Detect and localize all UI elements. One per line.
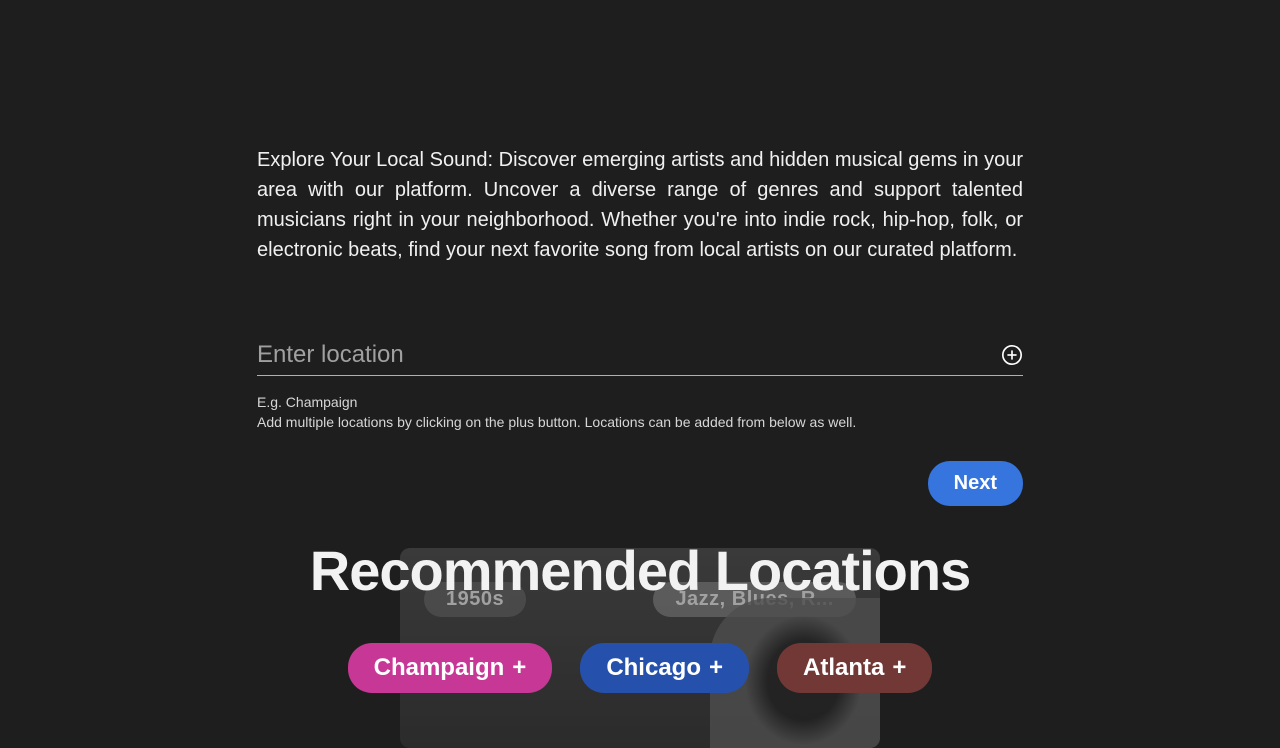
action-row: Next [257,461,1023,506]
location-chip-chicago[interactable]: Chicago + [580,643,749,693]
location-chip-atlanta[interactable]: Atlanta + [777,643,932,693]
location-chip-champaign[interactable]: Champaign+ [348,643,553,693]
plus-icon: + [512,654,526,682]
recommended-chip-row: Champaign+Chicago+Atlanta+ [0,643,1280,693]
plus-icon: + [709,654,723,682]
plus-icon: + [892,654,906,682]
chip-label: Chicago [606,654,701,682]
intro-text: Explore Your Local Sound: Discover emerg… [257,145,1023,265]
location-hint: E.g. Champaign Add multiple locations by… [257,392,1023,433]
add-location-icon[interactable] [1001,344,1023,366]
recommended-title: Recommended Locations [0,538,1280,603]
next-button[interactable]: Next [928,461,1023,506]
recommended-section: 1950s Jazz, Blues, R... Recommended Loca… [0,538,1280,693]
location-section: E.g. Champaign Add multiple locations by… [257,337,1023,433]
hint-example: E.g. Champaign [257,392,1023,412]
hint-instruction: Add multiple locations by clicking on th… [257,412,1023,432]
location-input[interactable] [257,337,1001,373]
chip-label: Atlanta [803,654,884,682]
chip-label: Champaign [374,654,505,682]
location-input-row [257,337,1023,376]
